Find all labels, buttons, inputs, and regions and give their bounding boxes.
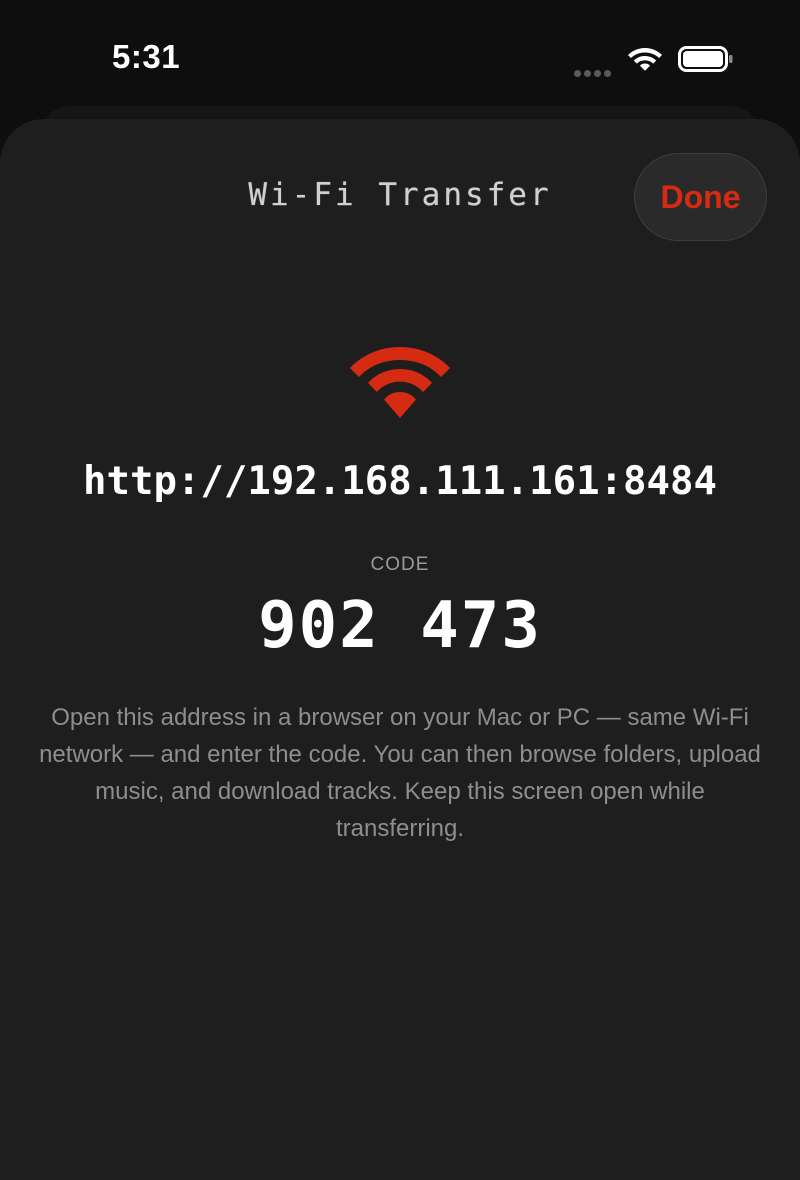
wifi-transfer-sheet: Wi-Fi Transfer Done http://192.168.111.1… <box>0 119 800 1180</box>
wifi-icon <box>628 48 662 71</box>
code-label: CODE <box>370 554 430 575</box>
status-time: 5:31 <box>112 38 181 75</box>
battery-icon <box>678 46 733 72</box>
wifi-icon <box>350 347 450 418</box>
pairing-code: 902 473 <box>258 589 542 663</box>
screen: 5:31 Wi-Fi Transfer Done http://192.168.… <box>0 0 800 1180</box>
status-bar: 5:31 <box>0 0 800 110</box>
cellular-signal-dots-icon <box>574 64 614 77</box>
server-address: http://192.168.111.161:8484 <box>83 459 717 504</box>
done-button[interactable]: Done <box>634 153 767 241</box>
instructions-text: Open this address in a browser on your M… <box>39 704 761 842</box>
